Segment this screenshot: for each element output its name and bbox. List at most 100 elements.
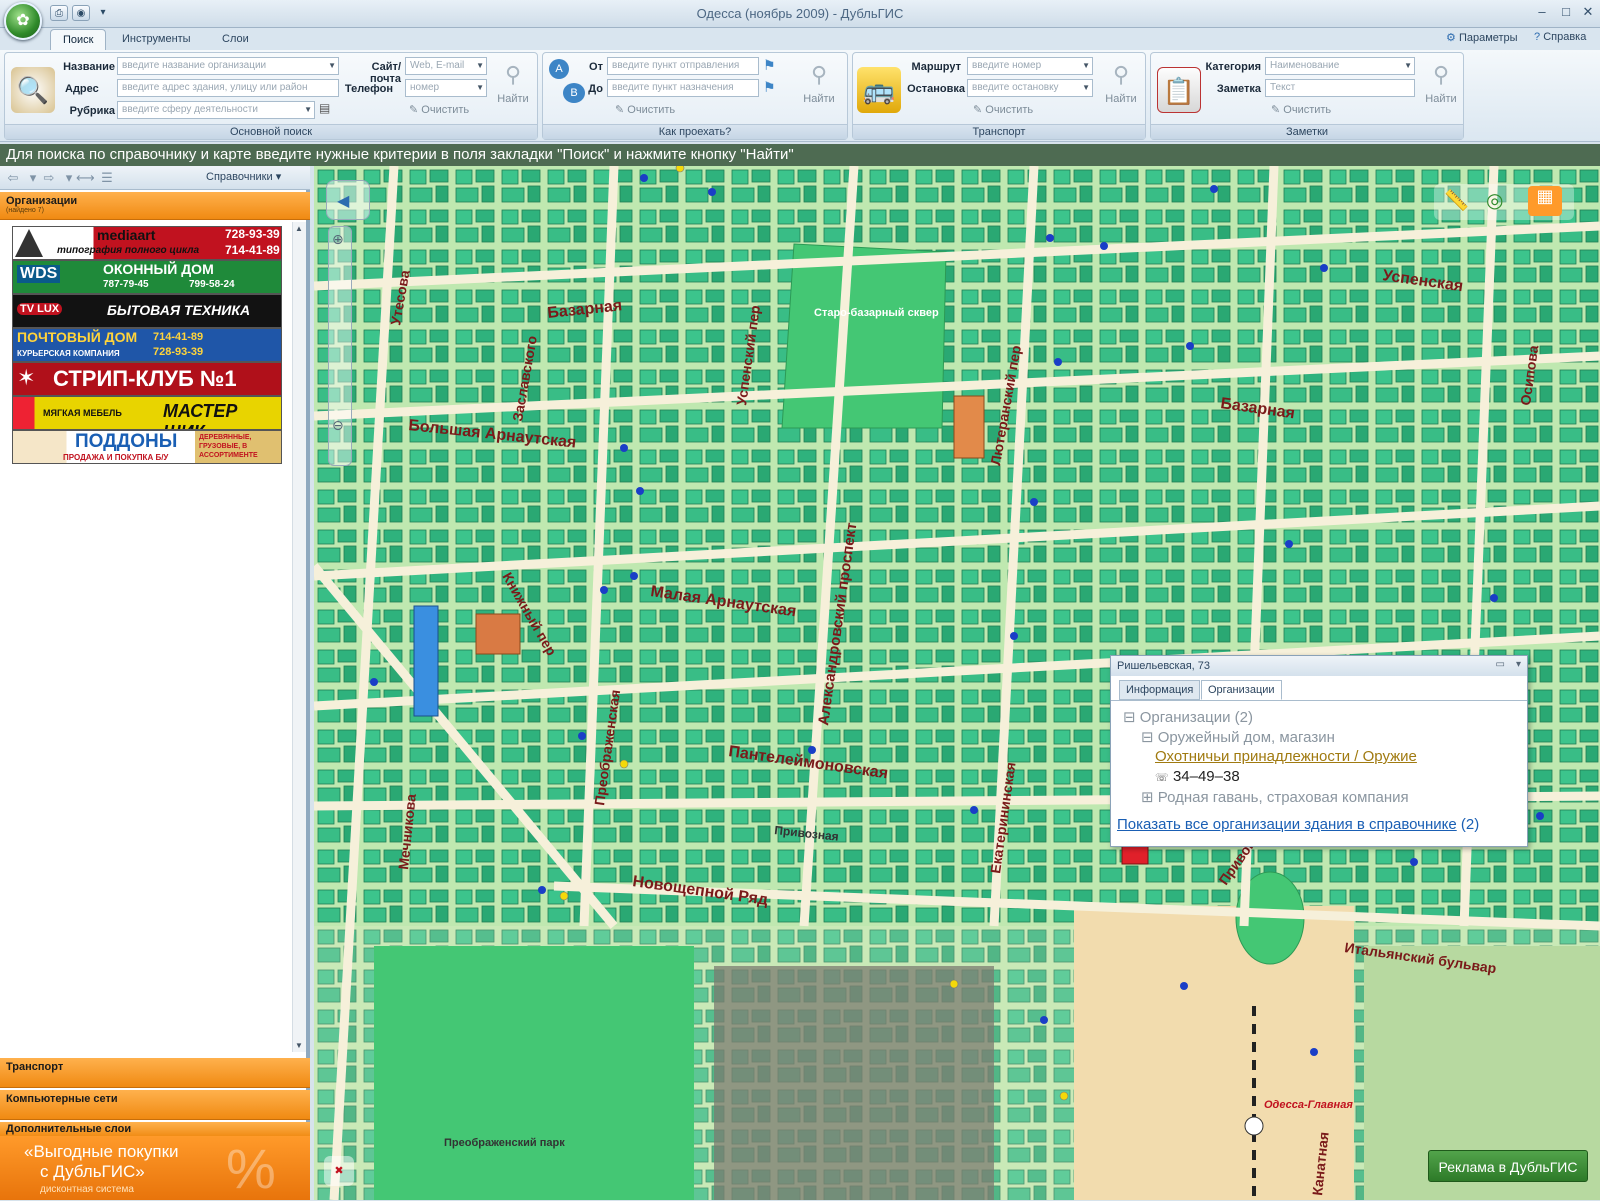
route-clear-button[interactable]: ✎ Очистить xyxy=(615,103,675,116)
popup-minimize-icon[interactable]: ▭ xyxy=(1496,659,1505,670)
zoom-out-icon[interactable]: ⊖ xyxy=(332,417,344,434)
print-icon[interactable]: ⎙ xyxy=(50,5,68,21)
banner-pochtovy[interactable]: ПОЧТОВЫЙ ДОМ КУРЬЕРСКАЯ КОМПАНИЯ 714-41-… xyxy=(12,328,282,362)
chevron-down-icon[interactable]: ▼ xyxy=(1404,58,1412,74)
zoom-in-icon[interactable]: ⊕ xyxy=(332,231,344,248)
pick-to-icon[interactable]: ⚑ xyxy=(763,79,776,96)
globe-icon[interactable]: ◉ xyxy=(72,5,90,21)
org1-phone-number: 34–49–38 xyxy=(1172,768,1240,785)
rubric-input[interactable]: введите сферу деятельности ▼ xyxy=(117,101,315,119)
pick-from-icon[interactable]: ⚑ xyxy=(763,57,776,74)
mediaart-phone2: 714-41-89 xyxy=(225,243,280,257)
help-link[interactable]: ? Справка xyxy=(1534,31,1586,43)
from-input[interactable]: введите пункт отправления xyxy=(607,57,759,75)
chevron-down-icon[interactable]: ▼ xyxy=(328,58,336,74)
banner-masterwik[interactable]: МЯГКАЯ МЕБЕЛЬ МАСТЕР ШИК xyxy=(12,396,282,430)
route-find-label: Найти xyxy=(803,93,835,105)
route-number-input[interactable]: введите номер ▼ xyxy=(967,57,1093,75)
app-menu-button[interactable]: ✿ xyxy=(4,2,42,40)
tab-search[interactable]: Поиск xyxy=(50,29,107,50)
advertise-button[interactable]: Реклама в ДубльГИС xyxy=(1428,1150,1588,1182)
banner-wds[interactable]: WDS ОКОННЫЙ ДОМ 787-79-45 799-58-24 xyxy=(12,260,282,294)
route-number-label: Маршрут xyxy=(911,61,961,73)
panel-width-icon[interactable]: ⟷ xyxy=(76,170,95,186)
popup-close-icon[interactable]: ▾ xyxy=(1516,659,1521,670)
ruler-icon[interactable]: 📏 xyxy=(1444,188,1469,213)
org1-rubric-link[interactable]: Охотничьи принадлежности / Оружие xyxy=(1155,748,1417,765)
section-networks[interactable]: Компьютерные сети xyxy=(0,1090,310,1120)
section-transport[interactable]: Транспорт xyxy=(0,1058,310,1088)
close-button[interactable]: ✕ xyxy=(1576,4,1600,22)
group-transport: 🚌 Маршрут введите номер ▼ Остановка введи… xyxy=(852,52,1146,140)
notepad-icon: 📋 xyxy=(1157,67,1201,113)
map-settings-icon[interactable]: ✖ xyxy=(324,1156,354,1186)
popup-divider xyxy=(1111,700,1527,701)
building-info-popup: Ришельевская, 73 ▭ ▾ Информация Организа… xyxy=(1110,655,1528,847)
zoom-slider[interactable]: ⊕ ⊖ xyxy=(328,226,352,466)
stop-input[interactable]: введите остановку ▼ xyxy=(967,79,1093,97)
left-panel-scrollbar[interactable]: ▲ ▼ xyxy=(292,222,306,1052)
street-label: Преображенский парк xyxy=(444,1137,565,1149)
transport-caption: Транспорт xyxy=(853,124,1145,139)
popup-tree-root[interactable]: ⊟ Организации (2) xyxy=(1123,708,1253,726)
transport-find-label: Найти xyxy=(1105,93,1137,105)
scroll-up-icon[interactable]: ▲ xyxy=(295,224,303,233)
chevron-down-icon[interactable]: ▼ xyxy=(476,80,484,96)
to-input[interactable]: введите пункт назначения xyxy=(607,79,759,97)
popup-tab-info[interactable]: Информация xyxy=(1119,680,1201,700)
radar-icon[interactable]: ◎ xyxy=(1486,188,1503,213)
app-logo-icon: ✿ xyxy=(16,12,30,29)
directories-dropdown[interactable]: Справочники ▾ xyxy=(206,170,281,183)
note-input[interactable]: Текст xyxy=(1265,79,1415,97)
pan-arrow-icon: ◀ xyxy=(337,193,350,210)
pan-control[interactable]: ◀ xyxy=(326,180,370,220)
maximize-button[interactable]: □ xyxy=(1554,4,1578,22)
popup-org2[interactable]: ⊞ Родная гавань, страховая компания xyxy=(1141,788,1409,806)
scroll-down-icon[interactable]: ▼ xyxy=(295,1041,303,1050)
main-find-button[interactable]: ⚲ Найти xyxy=(493,57,533,113)
chevron-down-icon[interactable]: ▼ xyxy=(304,102,312,118)
highlighted-building[interactable] xyxy=(475,613,521,655)
params-link[interactable]: ⚙ Параметры xyxy=(1446,31,1518,44)
name-input[interactable]: введите название организации ▼ xyxy=(117,57,339,75)
highlighted-building[interactable] xyxy=(953,395,985,459)
notes-clear-button[interactable]: ✎ Очистить xyxy=(1271,103,1331,116)
help-label: Справка xyxy=(1543,31,1587,43)
chevron-down-icon[interactable]: ▼ xyxy=(476,58,484,74)
layers-3d-icon[interactable]: ▦ xyxy=(1528,186,1562,216)
category-input[interactable]: Наименование ▼ xyxy=(1265,57,1415,75)
blue-building[interactable] xyxy=(413,605,439,717)
route-find-button[interactable]: ⚲ Найти xyxy=(799,57,839,113)
expand-icon: ⊞ xyxy=(1141,789,1154,806)
address-input[interactable]: введите адрес здания, улицу или район xyxy=(117,79,339,97)
back-arrow-icon[interactable]: ⇦ xyxy=(4,170,22,186)
show-all-link[interactable]: Показать все организации здания в справо… xyxy=(1117,816,1479,833)
tab-tools[interactable]: Инструменты xyxy=(110,29,203,50)
promo-banner[interactable]: «Выгодные покупки с ДубльГИС» дисконтная… xyxy=(0,1136,310,1200)
minimize-button[interactable]: – xyxy=(1530,4,1554,22)
banner-poddony[interactable]: ПОДДОНЫ ПРОДАЖА И ПОКУПКА Б/У ДЕРЕВЯННЫЕ… xyxy=(12,430,282,464)
popup-org1[interactable]: ⊟ Оружейный дом, магазин xyxy=(1141,728,1335,746)
list-view-icon[interactable]: ☰ xyxy=(98,170,116,186)
notes-find-button[interactable]: ⚲ Найти xyxy=(1421,57,1461,113)
mediaart-logo-icon xyxy=(15,229,43,257)
phone-input[interactable]: номер ▼ xyxy=(405,79,487,97)
main-find-label: Найти xyxy=(497,93,529,105)
stripclub-title: СТРИП-КЛУБ №1 xyxy=(53,366,237,391)
main-clear-button[interactable]: ✎ Очистить xyxy=(409,103,469,116)
organizations-header[interactable]: Организации (найдено 7) xyxy=(0,192,310,220)
rubricator-icon[interactable]: ▤ xyxy=(319,101,335,119)
transport-clear-button[interactable]: ✎ Очистить xyxy=(973,103,1033,116)
banner-mediaart[interactable]: mediaart типография полного цикла 728-93… xyxy=(12,226,282,260)
chevron-down-icon[interactable]: ▼ xyxy=(1082,58,1090,74)
banner-tvlux[interactable]: TV LUX БЫТОВАЯ ТЕХНИКА xyxy=(12,294,282,328)
quick-access-dropdown-icon[interactable]: ▾ xyxy=(94,5,112,21)
popup-tab-orgs[interactable]: Организации xyxy=(1201,680,1282,700)
organizations-title: Организации xyxy=(6,195,78,207)
site-input[interactable]: Web, E-mail ▼ xyxy=(405,57,487,75)
transport-find-button[interactable]: ⚲ Найти xyxy=(1101,57,1141,113)
forward-arrow-icon[interactable]: ⇨ xyxy=(40,170,58,186)
banner-stripclub[interactable]: ✶ СТРИП-КЛУБ №1 xyxy=(12,362,282,396)
chevron-down-icon[interactable]: ▼ xyxy=(1082,80,1090,96)
tab-layers[interactable]: Слои xyxy=(210,29,261,50)
